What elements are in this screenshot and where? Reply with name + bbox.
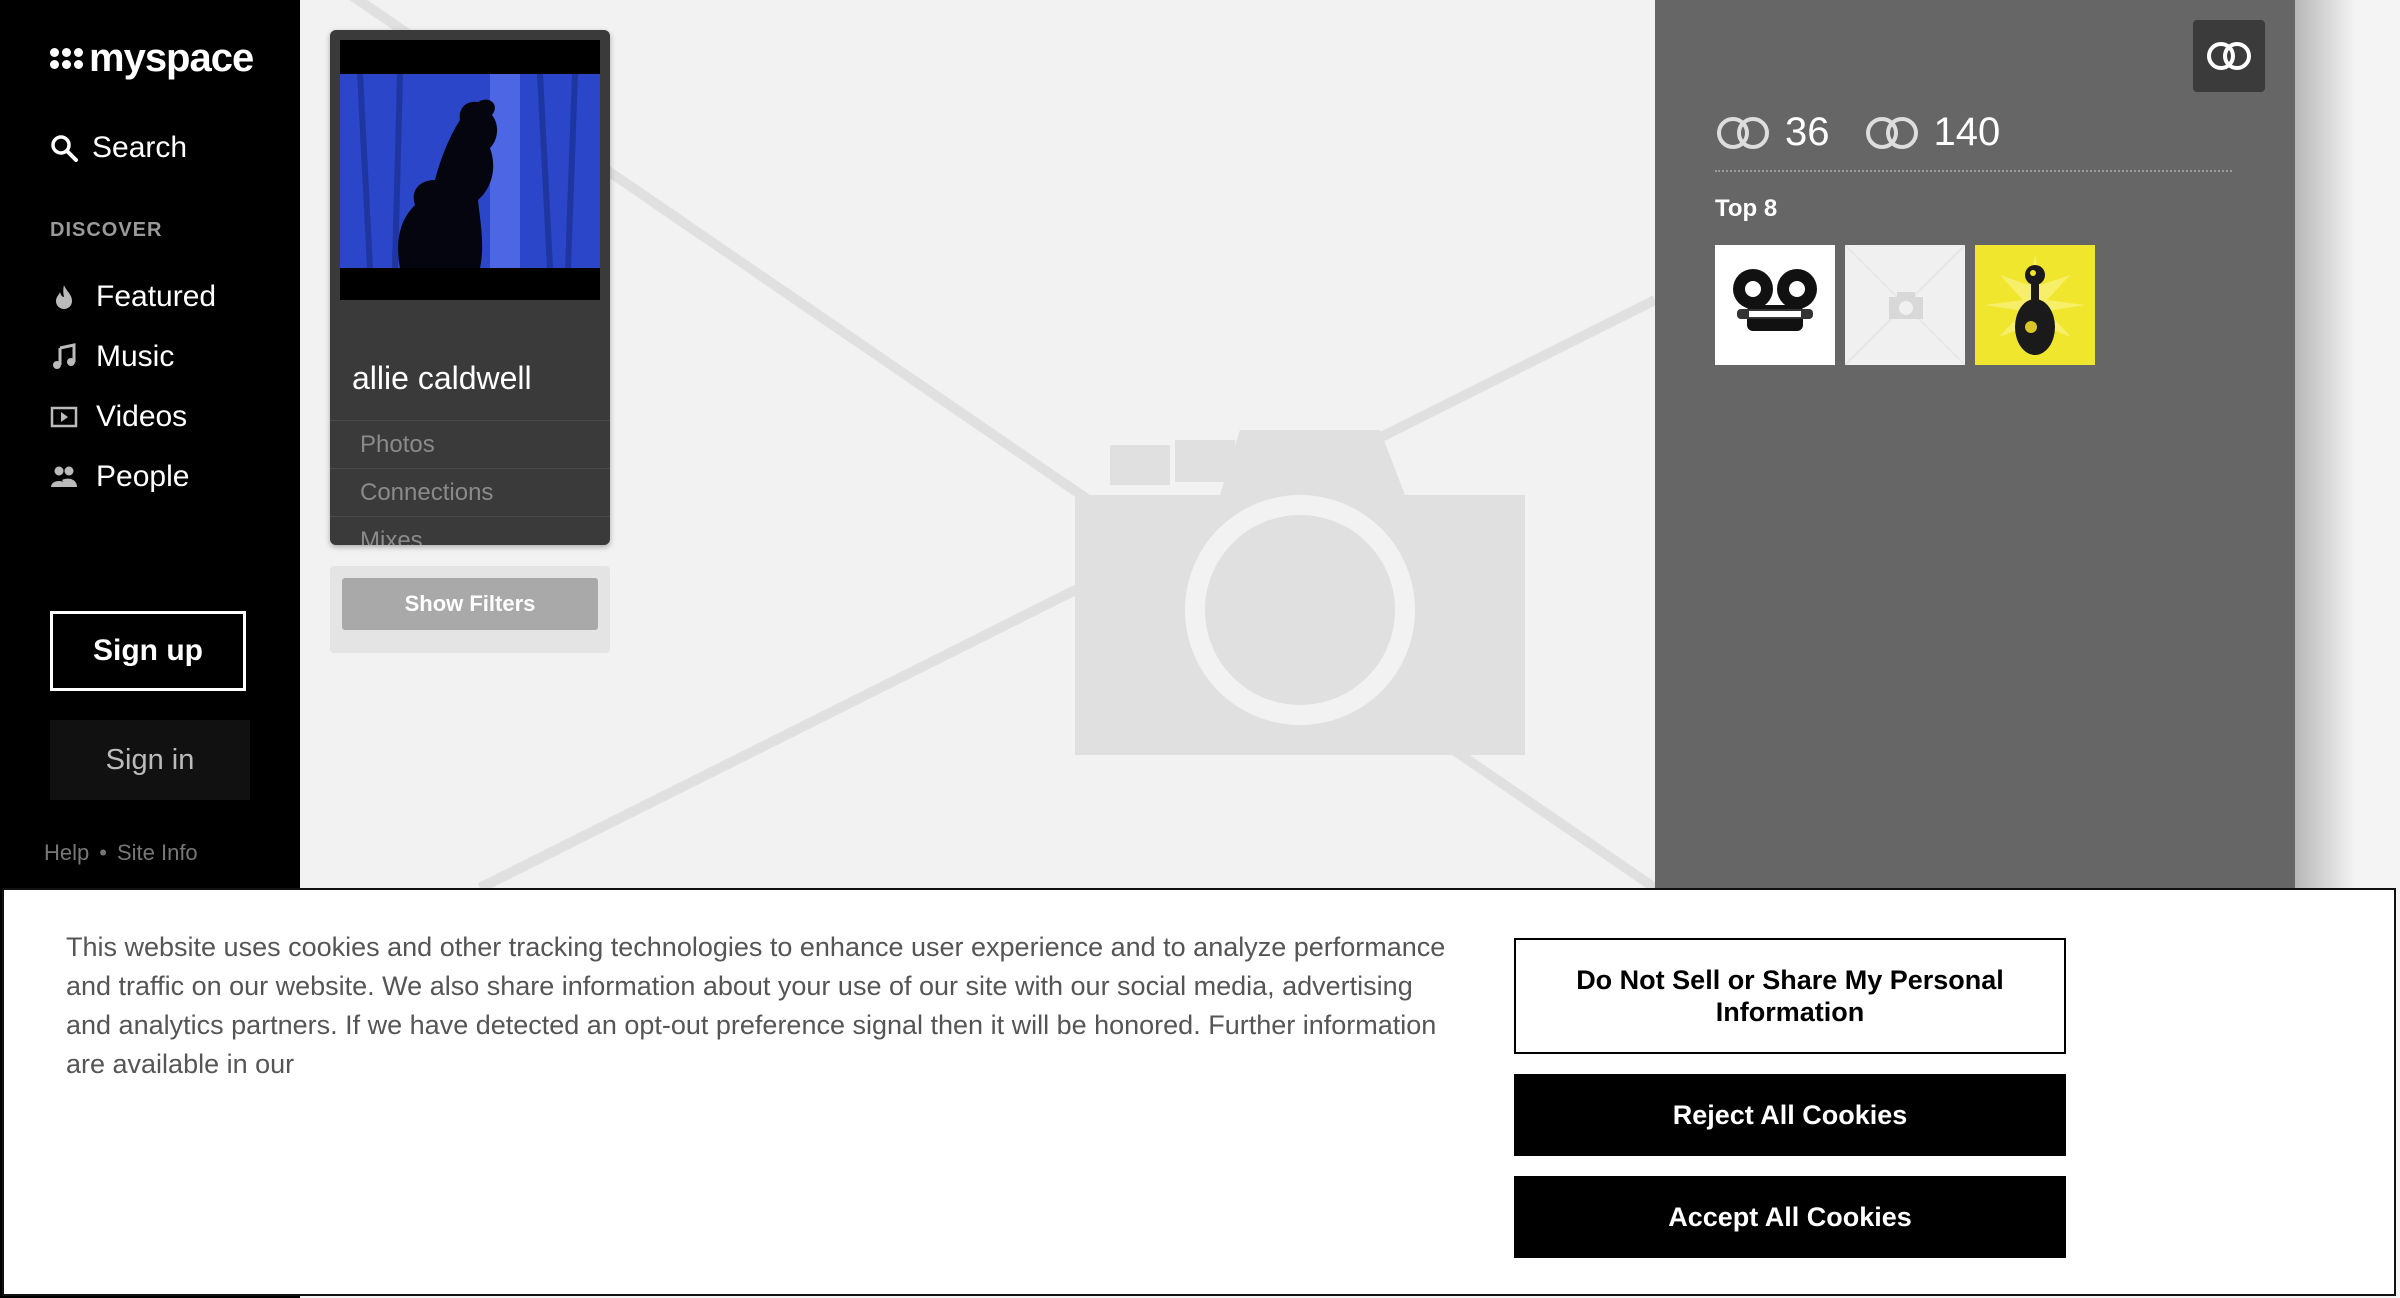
stats-divider [1715, 170, 2232, 172]
nav-item-label: People [96, 460, 190, 493]
connection-stats: 36 140 [1715, 110, 2034, 155]
nav-item-label: Music [96, 340, 175, 373]
discover-list: Featured Music Videos People [50, 267, 216, 507]
top8-friend-1[interactable] [1715, 245, 1835, 365]
myspace-logo[interactable]: myspace [50, 36, 254, 81]
top8-grid [1715, 245, 2095, 365]
profile-link-photos[interactable]: Photos [330, 420, 610, 468]
site-info-link[interactable]: Site Info [117, 840, 198, 866]
nav-item-featured[interactable]: Featured [50, 267, 216, 327]
video-icon [50, 406, 78, 428]
accept-all-cookies-button[interactable]: Accept All Cookies [1514, 1176, 2066, 1258]
nav-item-label: Featured [96, 280, 217, 313]
friend-avatar-1 [1715, 245, 1835, 365]
footer-links: Help • Site Info [44, 840, 198, 866]
connections-stat[interactable]: 36 [1715, 110, 1830, 155]
connect-rings-icon [2207, 42, 2251, 70]
connected-to-count: 140 [1933, 110, 2001, 154]
nav-item-people[interactable]: People [50, 447, 216, 507]
profile-name: allie caldwell [352, 360, 532, 396]
footer-separator: • [99, 840, 107, 865]
nav-item-videos[interactable]: Videos [50, 387, 216, 447]
filters-container: Show Filters [330, 566, 610, 653]
connected-to-rings-icon [1865, 116, 1918, 149]
reject-all-cookies-button[interactable]: Reject All Cookies [1514, 1074, 2066, 1156]
top8-friend-3[interactable] [1975, 245, 2095, 365]
nav-item-label: Videos [96, 400, 188, 433]
profile-photo[interactable] [340, 40, 600, 300]
profile-card: allie caldwell Photos Connections Mixes [330, 30, 610, 545]
search-nav-item[interactable]: Search [50, 131, 187, 165]
nav-item-music[interactable]: Music [50, 327, 216, 387]
cookie-policy-text: This website uses cookies and other trac… [66, 932, 1446, 1079]
do-not-sell-button[interactable]: Do Not Sell or Share My Personal Informa… [1514, 938, 2066, 1054]
flame-icon [56, 285, 72, 309]
logo-text: myspace [89, 36, 254, 80]
search-label: Search [92, 131, 188, 164]
logo-mark-icon [50, 48, 83, 69]
cookie-consent-banner: This website uses cookies and other trac… [2, 888, 2396, 1296]
connections-count: 36 [1785, 110, 1830, 154]
people-icon [51, 466, 77, 487]
discover-heading: DISCOVER [50, 219, 163, 241]
connections-rings-icon [1717, 116, 1769, 149]
profile-link-connections[interactable]: Connections [330, 468, 610, 516]
panel-shadow [2295, 0, 2355, 888]
profile-image-silhouette [340, 40, 600, 300]
signin-button[interactable]: Sign in [50, 720, 250, 800]
search-icon [51, 135, 78, 162]
signup-button[interactable]: Sign up [50, 611, 246, 691]
profile-link-mixes[interactable]: Mixes [330, 516, 610, 545]
top8-heading: Top 8 [1715, 195, 1778, 222]
placeholder-camera-icon [1845, 245, 1965, 365]
top8-friend-2[interactable] [1845, 245, 1965, 365]
music-note-icon [53, 343, 76, 369]
show-filters-button[interactable]: Show Filters [342, 578, 598, 630]
profile-links: Photos Connections Mixes [330, 420, 610, 545]
connect-button[interactable] [2193, 20, 2265, 92]
friend-avatar-3 [1975, 245, 2095, 365]
help-link[interactable]: Help [44, 840, 89, 866]
connected-to-stat[interactable]: 140 [1864, 110, 2001, 155]
